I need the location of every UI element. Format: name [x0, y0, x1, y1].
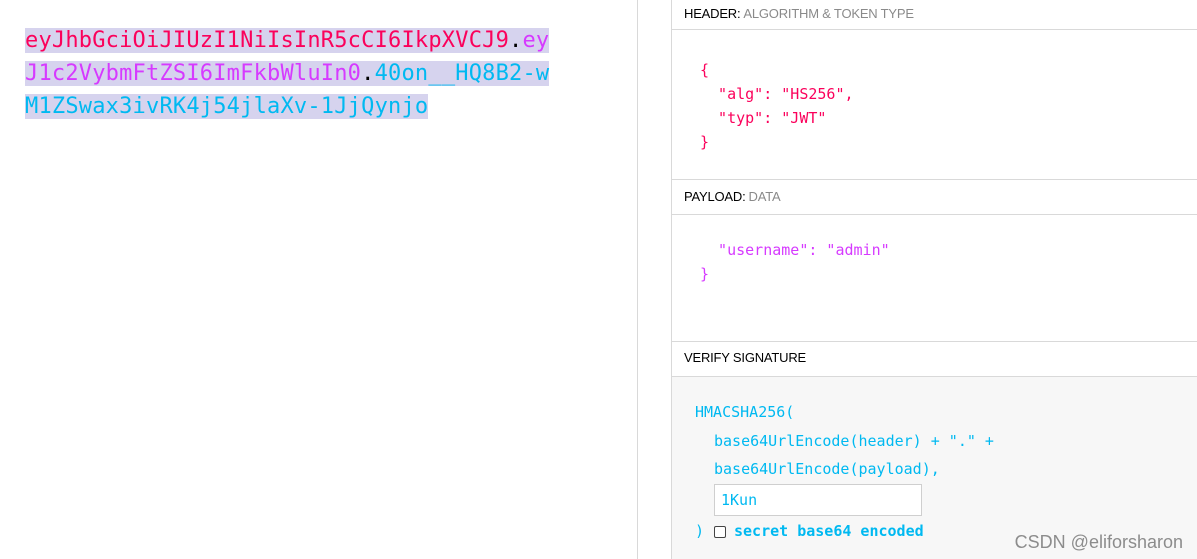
payload-json-line: "username": "admin": [700, 241, 890, 259]
header-json-line: "typ": "JWT": [700, 109, 827, 127]
hmac-payload-arg: base64UrlEncode(payload),: [714, 460, 940, 478]
decoded-pane: HEADER: ALGORITHM & TOKEN TYPE { "alg": "…: [672, 0, 1197, 559]
secret-input[interactable]: [714, 484, 922, 516]
section-divider: [672, 179, 1197, 180]
header-json-line: {: [700, 61, 710, 79]
encoded-token-text[interactable]: eyJhbGciOiJIUzI1NiIsInR5cCI6IkpXVCJ9.eyJ…: [25, 24, 553, 123]
token-dot: .: [509, 28, 523, 53]
verify-section-title: VERIFY SIGNATURE: [672, 344, 1197, 377]
pane-divider: [637, 0, 638, 559]
payload-section-title: PAYLOAD: DATA: [672, 183, 1197, 215]
section-divider: [672, 341, 1197, 342]
payload-subtitle-label: DATA: [748, 189, 781, 204]
header-section-title: HEADER: ALGORITHM & TOKEN TYPE: [672, 0, 1197, 30]
token-dot: .: [361, 61, 375, 86]
payload-json-line: }: [700, 265, 710, 283]
header-title-label: HEADER:: [684, 6, 741, 21]
secret-base64-checkbox[interactable]: [714, 526, 726, 538]
watermark-text: CSDN @eliforsharon: [1014, 532, 1183, 552]
hmac-function-close: ): [695, 522, 705, 540]
header-subtitle-label: ALGORITHM & TOKEN TYPE: [743, 6, 914, 21]
token-header-segment: eyJhbGciOiJIUzI1NiIsInR5cCI6IkpXVCJ9: [25, 28, 510, 53]
hmac-function-open: HMACSHA256(: [695, 403, 795, 421]
secret-base64-label[interactable]: secret base64 encoded: [734, 522, 924, 540]
payload-title-label: PAYLOAD:: [684, 189, 746, 204]
header-json-line: }: [700, 133, 710, 151]
encoded-token-pane[interactable]: eyJhbGciOiJIUzI1NiIsInR5cCI6IkpXVCJ9.eyJ…: [0, 0, 637, 559]
header-json-line: "alg": "HS256",: [700, 85, 854, 103]
hmac-header-arg: base64UrlEncode(header) + "." +: [714, 432, 994, 450]
